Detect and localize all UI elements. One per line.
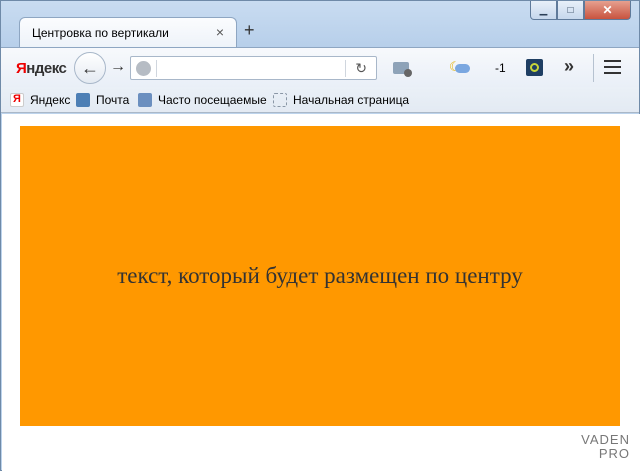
addon-icon[interactable] [526, 59, 543, 76]
tab-active[interactable]: Центровка по вертикали × [19, 17, 237, 47]
bookmarks-bar: Яндекс Почта Часто посещаемые Начальная … [1, 87, 639, 113]
yandex-logo[interactable]: Яндекс [16, 60, 67, 77]
maximize-button[interactable]: □ [557, 1, 584, 20]
bookmark-mail[interactable]: Почта [76, 92, 129, 108]
reload-icon[interactable]: ↻ [355, 60, 367, 77]
bookmark-home-page[interactable]: Начальная страница [273, 92, 409, 108]
watermark-line2: PRO [598, 446, 630, 461]
navigation-toolbar: Яндекс ← → ↻ ☾ -1 » [1, 47, 639, 87]
tab-title: Центровка по вертикали [32, 26, 169, 40]
new-tab-button[interactable]: + [244, 21, 255, 39]
close-window-button[interactable]: ✕ [584, 1, 631, 20]
window-controls: ▁ □ ✕ [530, 1, 631, 21]
bookmark-label: Часто посещаемые [158, 93, 267, 107]
minimize-button[interactable]: ▁ [530, 1, 557, 20]
watermark-line1: VADEN [581, 432, 630, 447]
cloud-icon [455, 64, 470, 73]
bookmark-label: Яндекс [30, 93, 71, 107]
bookmark-label: Почта [96, 93, 130, 107]
menu-line [604, 66, 621, 68]
url-divider-right [345, 60, 346, 77]
menu-line [604, 72, 621, 74]
url-input[interactable] [159, 59, 339, 77]
mail-icon [76, 93, 90, 107]
bookmark-most-visited[interactable]: Часто посещаемые [138, 92, 267, 108]
tab-close-icon[interactable]: × [216, 24, 224, 40]
hamburger-menu-icon[interactable] [604, 60, 621, 74]
bookmark-yandex[interactable]: Яндекс [10, 92, 70, 108]
yandex-logo-rest: ндекс [26, 60, 67, 77]
url-divider [156, 60, 157, 77]
weather-temperature[interactable]: -1 [495, 61, 506, 75]
toolbar-divider [593, 54, 594, 82]
browser-window: Центровка по вертикали × + ▁ □ ✕ Яндекс … [0, 0, 640, 471]
mail-notifier-icon[interactable] [393, 62, 412, 77]
centered-block: текст, который будет размещен по центру [20, 126, 620, 426]
forward-button[interactable]: → [110, 58, 126, 76]
most-visited-icon [138, 93, 152, 107]
page-content: текст, который будет размещен по центру … [2, 114, 640, 471]
globe-icon [136, 61, 151, 76]
back-button[interactable]: ← [74, 52, 106, 84]
yandex-icon [10, 93, 24, 107]
watermark-logo: VADEN PRO [581, 433, 630, 461]
overflow-chevron-icon[interactable]: » [564, 56, 574, 77]
centered-text: текст, который будет размещен по центру [117, 263, 523, 288]
weather-icon[interactable]: ☾ [446, 59, 470, 75]
home-page-icon [273, 93, 287, 107]
bookmark-label: Начальная страница [293, 93, 410, 107]
menu-line [604, 60, 621, 62]
yandex-logo-first: Я [16, 60, 27, 77]
title-bar: Центровка по вертикали × + ▁ □ ✕ [1, 1, 639, 47]
address-bar[interactable]: ↻ [130, 56, 377, 80]
